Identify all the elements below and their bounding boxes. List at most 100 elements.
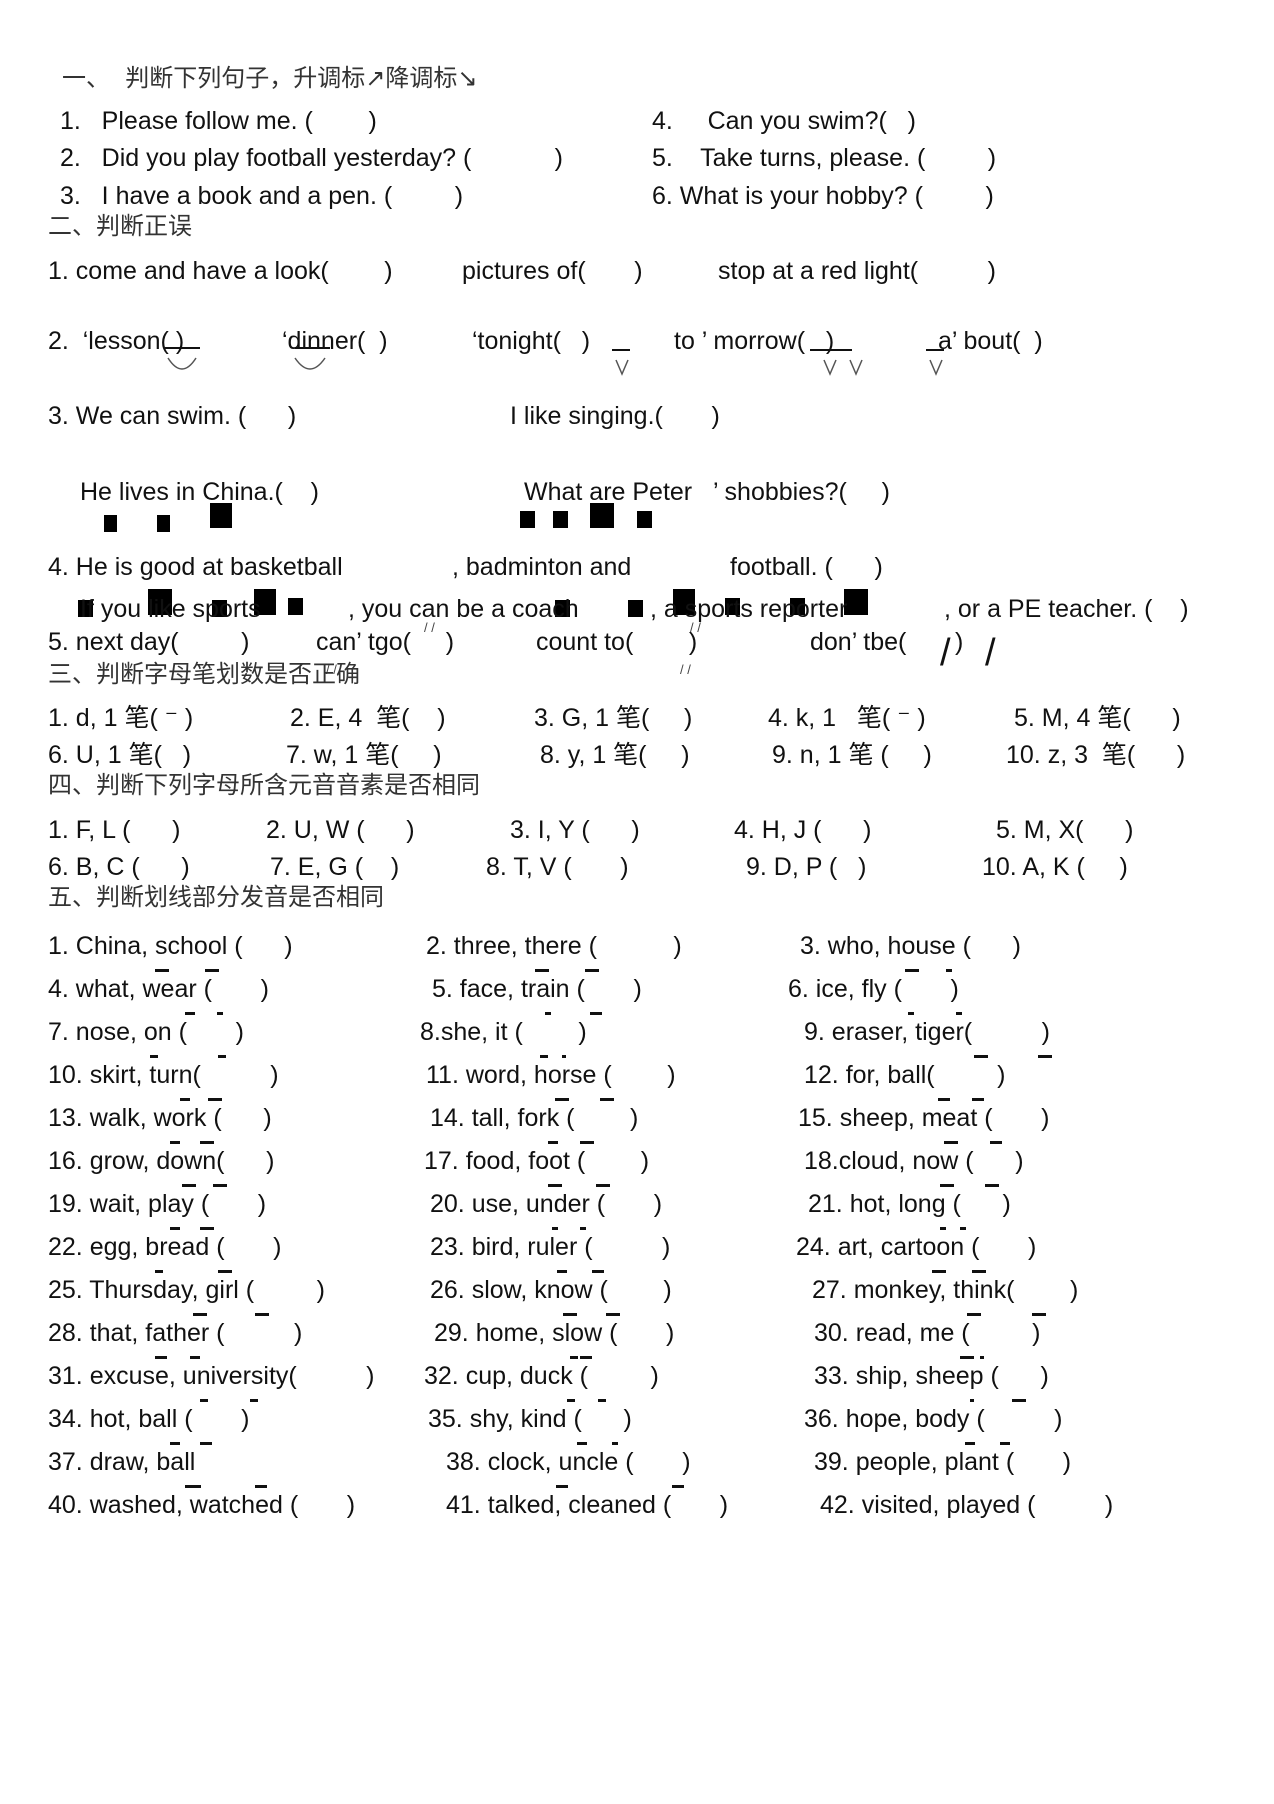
s5-item-34: 34. hot, ball ( ) <box>48 1405 250 1433</box>
s1-item-4: 4. Can you swim?( ) <box>652 107 916 135</box>
underline-mark <box>585 969 599 972</box>
s1-item-5: 5. Take turns, please. ( ) <box>652 144 997 172</box>
underline-mark <box>990 1141 1002 1144</box>
s5-item-41: 41. talked, cleaned ( ) <box>446 1491 729 1519</box>
s5-item-10: 10. skirt, turn( ) <box>48 1061 279 1089</box>
s2-line1-b: pictures of( ) <box>462 257 643 285</box>
underline-mark <box>250 1399 258 1402</box>
underline-mark <box>960 1227 966 1230</box>
underline-mark <box>970 1399 974 1402</box>
s4-item-6: 6. B, C ( ) <box>48 853 190 881</box>
s2-line4-d: If you like sports <box>80 595 261 623</box>
underline-mark <box>562 1055 566 1058</box>
underline-mark <box>552 1227 558 1230</box>
weak-beat-mark <box>628 600 643 617</box>
s1-item-6: 6. What is your hobby? ( ) <box>652 182 994 210</box>
underline-mark <box>555 1098 569 1101</box>
s5-item-39: 39. people, plant ( ) <box>814 1448 1072 1476</box>
s5-item-23: 23. bird, ruler ( ) <box>430 1233 671 1261</box>
s4-item-4: 4. H, J ( ) <box>734 816 872 844</box>
underline-mark <box>556 1485 568 1488</box>
s3-item-1: 1. d, 1 笔( ⁻ ) <box>48 704 194 732</box>
underline-mark <box>965 1442 975 1445</box>
s2-line3-d: What are Peter ’ shobbies?( ) <box>524 478 890 506</box>
s2-line4-f: , a sports reporter <box>650 595 848 623</box>
underline-mark <box>170 1141 180 1144</box>
s5-item-42: 42. visited, played ( ) <box>820 1491 1114 1519</box>
s3-item-10: 10. z, 3 笔( ) <box>1006 741 1186 769</box>
s2-line5-a: 5. next day( ) <box>48 628 250 656</box>
weak-beat-mark <box>157 515 170 532</box>
underline-mark <box>205 969 219 972</box>
underline-mark <box>200 1227 214 1230</box>
s5-item-8: 8.she, it ( ) <box>420 1018 587 1046</box>
s1-item-1: 1. Please follow me. ( ) <box>60 107 377 135</box>
s2-line4-g: , or a PE teacher. ( ) <box>944 595 1189 623</box>
underline-mark <box>557 1270 567 1273</box>
s2-line3-c: He lives in China.( ) <box>80 478 319 506</box>
underline-mark <box>1032 1313 1046 1316</box>
s5-item-17: 17. food, foot ( ) <box>424 1147 650 1175</box>
s5-item-35: 35. shy, kind ( ) <box>428 1405 632 1433</box>
s3-item-8: 8. y, 1 笔( ) <box>540 741 690 769</box>
underline-mark <box>972 1270 986 1273</box>
s2-line5-d: don’ tbe( ) <box>810 628 964 656</box>
underline-mark <box>563 1313 577 1316</box>
underline-mark <box>155 1356 167 1359</box>
s5-item-9: 9. eraser, tiger( ) <box>804 1018 1050 1046</box>
underline-mark <box>956 1012 962 1015</box>
s4-item-5: 5. M, X( ) <box>996 816 1134 844</box>
underline-mark <box>218 1270 232 1273</box>
s5-item-40: 40. washed, watched ( ) <box>48 1491 356 1519</box>
s5-item-38: 38. clock, uncle ( ) <box>446 1448 691 1476</box>
s3-item-7: 7. w, 1 笔( ) <box>286 741 442 769</box>
underline-mark <box>972 1098 984 1101</box>
s5-item-15: 15. sheep, meat ( ) <box>798 1104 1050 1132</box>
s5-item-21: 21. hot, long ( ) <box>808 1190 1011 1218</box>
underline-mark <box>213 1184 227 1187</box>
underline-mark <box>155 1270 163 1273</box>
s2-line4-c: football. ( ) <box>730 553 883 581</box>
underline-mark <box>548 1184 562 1187</box>
underline-mark <box>600 1098 614 1101</box>
underline-mark <box>170 1227 180 1230</box>
underline-mark <box>170 1442 180 1445</box>
s1-item-3: 3. I have a book and a pen. ( ) <box>60 182 464 210</box>
s5-item-27: 27. monkey, think( ) <box>812 1276 1079 1304</box>
s4-item-10: 10. A, K ( ) <box>982 853 1128 881</box>
section2-heading: 二、判断正误 <box>48 212 192 240</box>
s5-item-5: 5. face, train ( ) <box>432 975 642 1003</box>
s4-item-1: 1. F, L ( ) <box>48 816 181 844</box>
s4-item-9: 9. D, P ( ) <box>746 853 867 881</box>
tone-slash-mark: / / <box>680 662 691 677</box>
underline-mark <box>185 1485 201 1488</box>
s3-item-9: 9. n, 1 笔 ( ) <box>772 741 932 769</box>
s2-line4-e: , you can be a coach <box>348 595 579 623</box>
s3-item-4: 4. k, 1 笔( ⁻ ) <box>768 704 926 732</box>
s5-item-22: 22. egg, bread ( ) <box>48 1233 282 1261</box>
s5-item-3: 3. who, house ( ) <box>800 932 1021 960</box>
underline-mark <box>577 1442 587 1445</box>
underline-mark <box>185 1012 195 1015</box>
underline-mark <box>155 969 169 972</box>
s5-item-24: 24. art, cartoon ( ) <box>796 1233 1037 1261</box>
s2-line5-c: count to( ) <box>536 628 698 656</box>
s2-line1-a: 1. come and have a look( ) <box>48 257 393 285</box>
s5-item-32: 32. cup, duck ( ) <box>424 1362 659 1390</box>
underline-mark <box>570 1356 578 1359</box>
underline-mark <box>980 1356 984 1359</box>
section1-heading: 一、 判断下列句子，升调标↗降调标↘ <box>62 64 478 92</box>
underline-mark <box>932 1270 946 1273</box>
s5-item-18: 18.cloud, now ( ) <box>804 1147 1024 1175</box>
weak-beat-mark <box>520 511 535 528</box>
s4-item-2: 2. U, W ( ) <box>266 816 415 844</box>
s3-item-5: 5. M, 4 笔( ) <box>1014 704 1181 732</box>
underline-mark <box>938 1098 950 1101</box>
s5-item-4: 4. what, wear ( ) <box>48 975 269 1003</box>
underline-mark <box>944 1141 958 1144</box>
underline-mark <box>200 1399 208 1402</box>
s5-item-19: 19. wait, play ( ) <box>48 1190 267 1218</box>
underline-mark <box>598 1399 606 1402</box>
s5-item-12: 12. for, ball( ) <box>804 1061 1006 1089</box>
s5-item-7: 7. nose, on ( ) <box>48 1018 244 1046</box>
